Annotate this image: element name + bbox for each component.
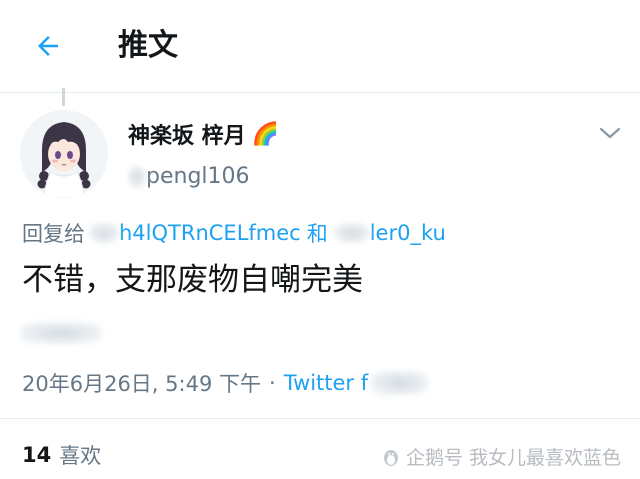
likes-label: 喜欢 (59, 444, 102, 468)
back-button[interactable] (28, 26, 68, 66)
timestamp[interactable]: 20年6月26日, 5:49 下午 (22, 368, 261, 398)
arrow-left-icon (38, 36, 58, 56)
handle-text: pengl106 (146, 164, 250, 189)
reply-to-line: 回复给 h4lQTRnCELfmec 和 ler0_ku (22, 218, 446, 248)
redacted-blur (20, 322, 102, 344)
author-name-row[interactable]: 神楽坂 梓月 🌈 (128, 118, 279, 150)
watermark-text: 企鹅号 我女儿最喜欢蓝色 (406, 447, 622, 469)
tweet-body: 不错，支那废物自嘲完美 (22, 262, 363, 298)
tweet-meta: 20年6月26日, 5:49 下午 · Twitter f (22, 368, 429, 398)
rainbow-icon: 🌈 (251, 121, 280, 147)
chevron-down-icon (599, 127, 621, 139)
mention-link[interactable]: ler0_ku (370, 221, 446, 245)
redacted-blur (370, 371, 429, 395)
likes-stat[interactable]: 14 喜欢 (22, 440, 101, 470)
source-link[interactable]: Twitter f (284, 371, 368, 395)
mention-joiner: 和 (306, 222, 328, 246)
user-handle[interactable]: pengl106 (128, 164, 250, 189)
redacted-blur (89, 223, 119, 243)
likes-count: 14 (22, 443, 52, 467)
divider (0, 418, 640, 419)
display-name[interactable]: 神楽坂 梓月 (128, 118, 246, 150)
watermark: 企鹅号 我女儿最喜欢蓝色 (380, 443, 621, 470)
more-options-button[interactable] (598, 124, 622, 146)
mention-link[interactable]: h4lQTRnCELfmec (119, 221, 301, 245)
separator: · (269, 371, 276, 395)
penguin-logo-icon (384, 449, 398, 466)
reply-label: 回复给 (22, 222, 85, 246)
page-title: 推文 (118, 28, 178, 63)
redacted-blur (128, 165, 146, 188)
anime-girl-avatar-icon (20, 110, 108, 198)
redacted-blur (333, 223, 370, 243)
avatar[interactable] (20, 110, 108, 198)
top-bar: 推文 (0, 0, 640, 93)
thread-connector-line (62, 88, 65, 106)
